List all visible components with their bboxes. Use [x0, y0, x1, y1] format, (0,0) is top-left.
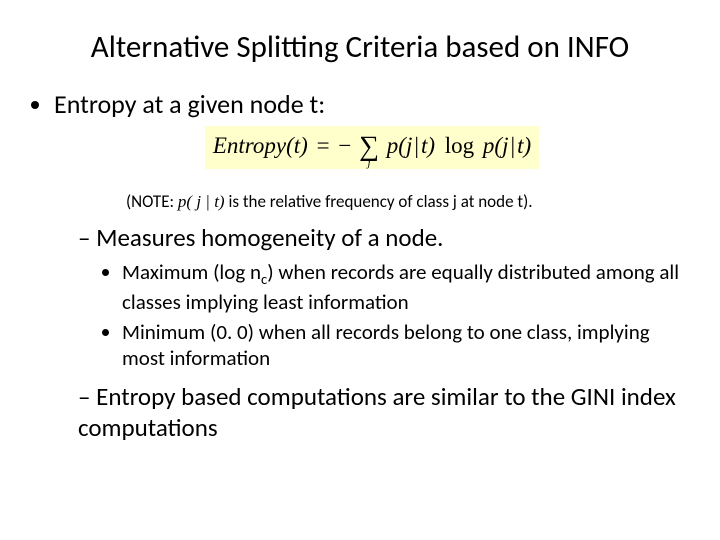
eq-minus: − [338, 133, 351, 158]
note-prefix: (NOTE: [126, 191, 178, 212]
slide: Alternative Splitting Criteria based on … [0, 0, 720, 540]
bullet-min-text: Minimum (0. 0) when all records belong t… [122, 319, 650, 371]
eq-p1-open: p( [387, 133, 406, 158]
bullet-list-level2: Measures homogeneity of a node. Maximum … [54, 222, 690, 443]
bullet-entropy: Entropy at a given node t: Entropy(t) = … [54, 88, 690, 443]
note-line: (NOTE: p( j | t) is the relative frequen… [126, 191, 690, 212]
bullet-measures: Measures homogeneity of a node. Maximum … [78, 222, 690, 371]
eq-lhs: Entropy(t) [213, 133, 308, 158]
note-suffix: is the relative frequency of class j at … [225, 191, 533, 212]
sigma-icon: ∑ [359, 134, 379, 159]
eq-pipe1: | [412, 133, 421, 158]
bullet-maximum: Maximum (log nc) when records are equall… [122, 259, 690, 315]
equation-row: Entropy(t) = − ∑ j p(j|t) log p(j|t) [54, 126, 690, 169]
slide-title: Alternative Splitting Criteria based on … [30, 28, 690, 66]
bullet-minimum: Minimum (0. 0) when all records belong t… [122, 319, 690, 372]
bullet-entropy-gini-text: Entropy based computations are similar t… [78, 381, 676, 443]
eq-log: log [441, 133, 474, 158]
bullet-entropy-text: Entropy at a given node t: [54, 88, 325, 120]
bullet-measures-text: Measures homogeneity of a node. [96, 222, 443, 253]
note-p-expr: p( j | t) [178, 192, 225, 211]
eq-pipe2: | [508, 133, 517, 158]
entropy-equation: Entropy(t) = − ∑ j p(j|t) log p(j|t) [205, 126, 539, 169]
eq-p2-close: t) [517, 133, 531, 158]
bullet-max-a: Maximum (log n [122, 259, 261, 285]
eq-p2-open: p( [480, 133, 502, 158]
eq-p1-close: t) [421, 133, 435, 158]
eq-sigma: ∑ j [359, 134, 379, 169]
bullet-list-level3: Maximum (log nc) when records are equall… [78, 259, 690, 371]
eq-equals: = [314, 133, 333, 158]
bullet-list-level1: Entropy at a given node t: Entropy(t) = … [30, 88, 690, 443]
bullet-entropy-gini: Entropy based computations are similar t… [78, 381, 690, 443]
